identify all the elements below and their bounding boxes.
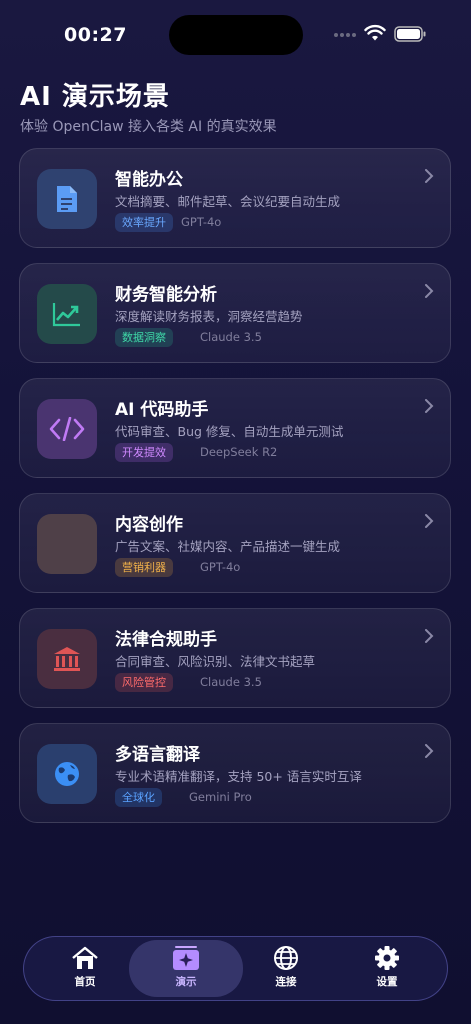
card-title: 多语言翻译	[115, 745, 200, 765]
card-title: 内容创作	[115, 515, 183, 535]
card-description: 广告文案、社媒内容、产品描述一键生成	[115, 539, 341, 554]
trend-chart-icon	[52, 303, 80, 327]
wifi-icon	[364, 24, 386, 41]
card-model: Claude 3.5	[200, 330, 262, 344]
document-icon	[57, 186, 77, 212]
tab-settings[interactable]: 设置	[347, 945, 427, 995]
card-model: GPT-4o	[181, 215, 222, 229]
sparkle-icon	[173, 946, 199, 970]
page-title: AI 演示场景	[20, 82, 170, 112]
card-model: DeepSeek R2	[200, 445, 278, 459]
chevron-right-icon	[425, 399, 434, 413]
scenario-card-legal[interactable]: 法律合规助手 合同审查、风险识别、法律文书起草 风险管控 Claude 3.5	[19, 608, 451, 708]
card-icon-container	[37, 744, 97, 804]
card-icon-container	[37, 629, 97, 689]
card-title: 智能办公	[115, 170, 183, 190]
battery-icon	[394, 26, 426, 42]
tab-label: 首页	[74, 976, 96, 988]
card-tag: 全球化	[115, 788, 162, 807]
page-subtitle: 体验 OpenClaw 接入各类 AI 的真实效果	[20, 119, 277, 135]
chevron-right-icon	[425, 284, 434, 298]
tab-label: 连接	[275, 976, 297, 988]
card-tag: 风险管控	[115, 673, 173, 692]
tab-bar: 首页 演示 连接 设置	[23, 936, 448, 1001]
card-model: Gemini Pro	[189, 790, 252, 804]
card-description: 合同审查、风险识别、法律文书起草	[115, 654, 316, 669]
card-title: AI 代码助手	[115, 400, 209, 420]
card-description: 文档摘要、邮件起草、会议纪要自动生成	[115, 194, 341, 209]
scenario-card-content[interactable]: 内容创作 广告文案、社媒内容、产品描述一键生成 营销利器 GPT-4o	[19, 493, 451, 593]
card-title: 法律合规助手	[115, 630, 217, 650]
content-icon	[37, 514, 97, 574]
scenario-card-finance[interactable]: 财务智能分析 深度解读财务报表，洞察经营趋势 数据洞察 Claude 3.5	[19, 263, 451, 363]
tab-label: 设置	[376, 976, 398, 988]
card-description: 代码审查、Bug 修复、自动生成单元测试	[115, 424, 344, 439]
tab-label: 演示	[175, 976, 197, 988]
code-icon	[49, 417, 85, 441]
chevron-right-icon	[425, 514, 434, 528]
card-tag: 数据洞察	[115, 328, 173, 347]
card-description: 深度解读财务报表，洞察经营趋势	[115, 309, 303, 324]
chevron-right-icon	[425, 629, 434, 643]
tab-demo[interactable]: 演示	[146, 945, 226, 995]
card-model: GPT-4o	[200, 560, 241, 574]
courthouse-icon	[54, 647, 80, 671]
card-description: 专业术语精准翻译，支持 50+ 语言实时互译	[115, 769, 362, 784]
scenario-card-office[interactable]: 智能办公 文档摘要、邮件起草、会议纪要自动生成 效率提升 GPT-4o	[19, 148, 451, 248]
gear-icon	[375, 946, 399, 970]
status-time: 00:27	[64, 24, 127, 46]
card-tag: 营销利器	[115, 558, 173, 577]
globe-icon	[55, 762, 79, 786]
globe-icon	[274, 946, 298, 970]
card-model: Claude 3.5	[200, 675, 262, 689]
home-icon	[72, 946, 98, 969]
card-title: 财务智能分析	[115, 285, 217, 305]
dynamic-island	[169, 15, 303, 55]
card-tag: 开发提效	[115, 443, 173, 462]
scenario-card-translation[interactable]: 多语言翻译 专业术语精准翻译，支持 50+ 语言实时互译 全球化 Gemini …	[19, 723, 451, 823]
status-bar: 00:27	[0, 0, 471, 70]
chevron-right-icon	[425, 169, 434, 183]
chevron-right-icon	[425, 744, 434, 758]
tab-home[interactable]: 首页	[45, 945, 125, 995]
tab-connect[interactable]: 连接	[246, 945, 326, 995]
card-icon-container	[37, 169, 97, 229]
card-tag: 效率提升	[115, 213, 173, 232]
card-icon-container	[37, 399, 97, 459]
scenario-card-code[interactable]: AI 代码助手 代码审查、Bug 修复、自动生成单元测试 开发提效 DeepSe…	[19, 378, 451, 478]
card-icon-container	[37, 284, 97, 344]
cellular-signal-icon	[334, 33, 356, 37]
